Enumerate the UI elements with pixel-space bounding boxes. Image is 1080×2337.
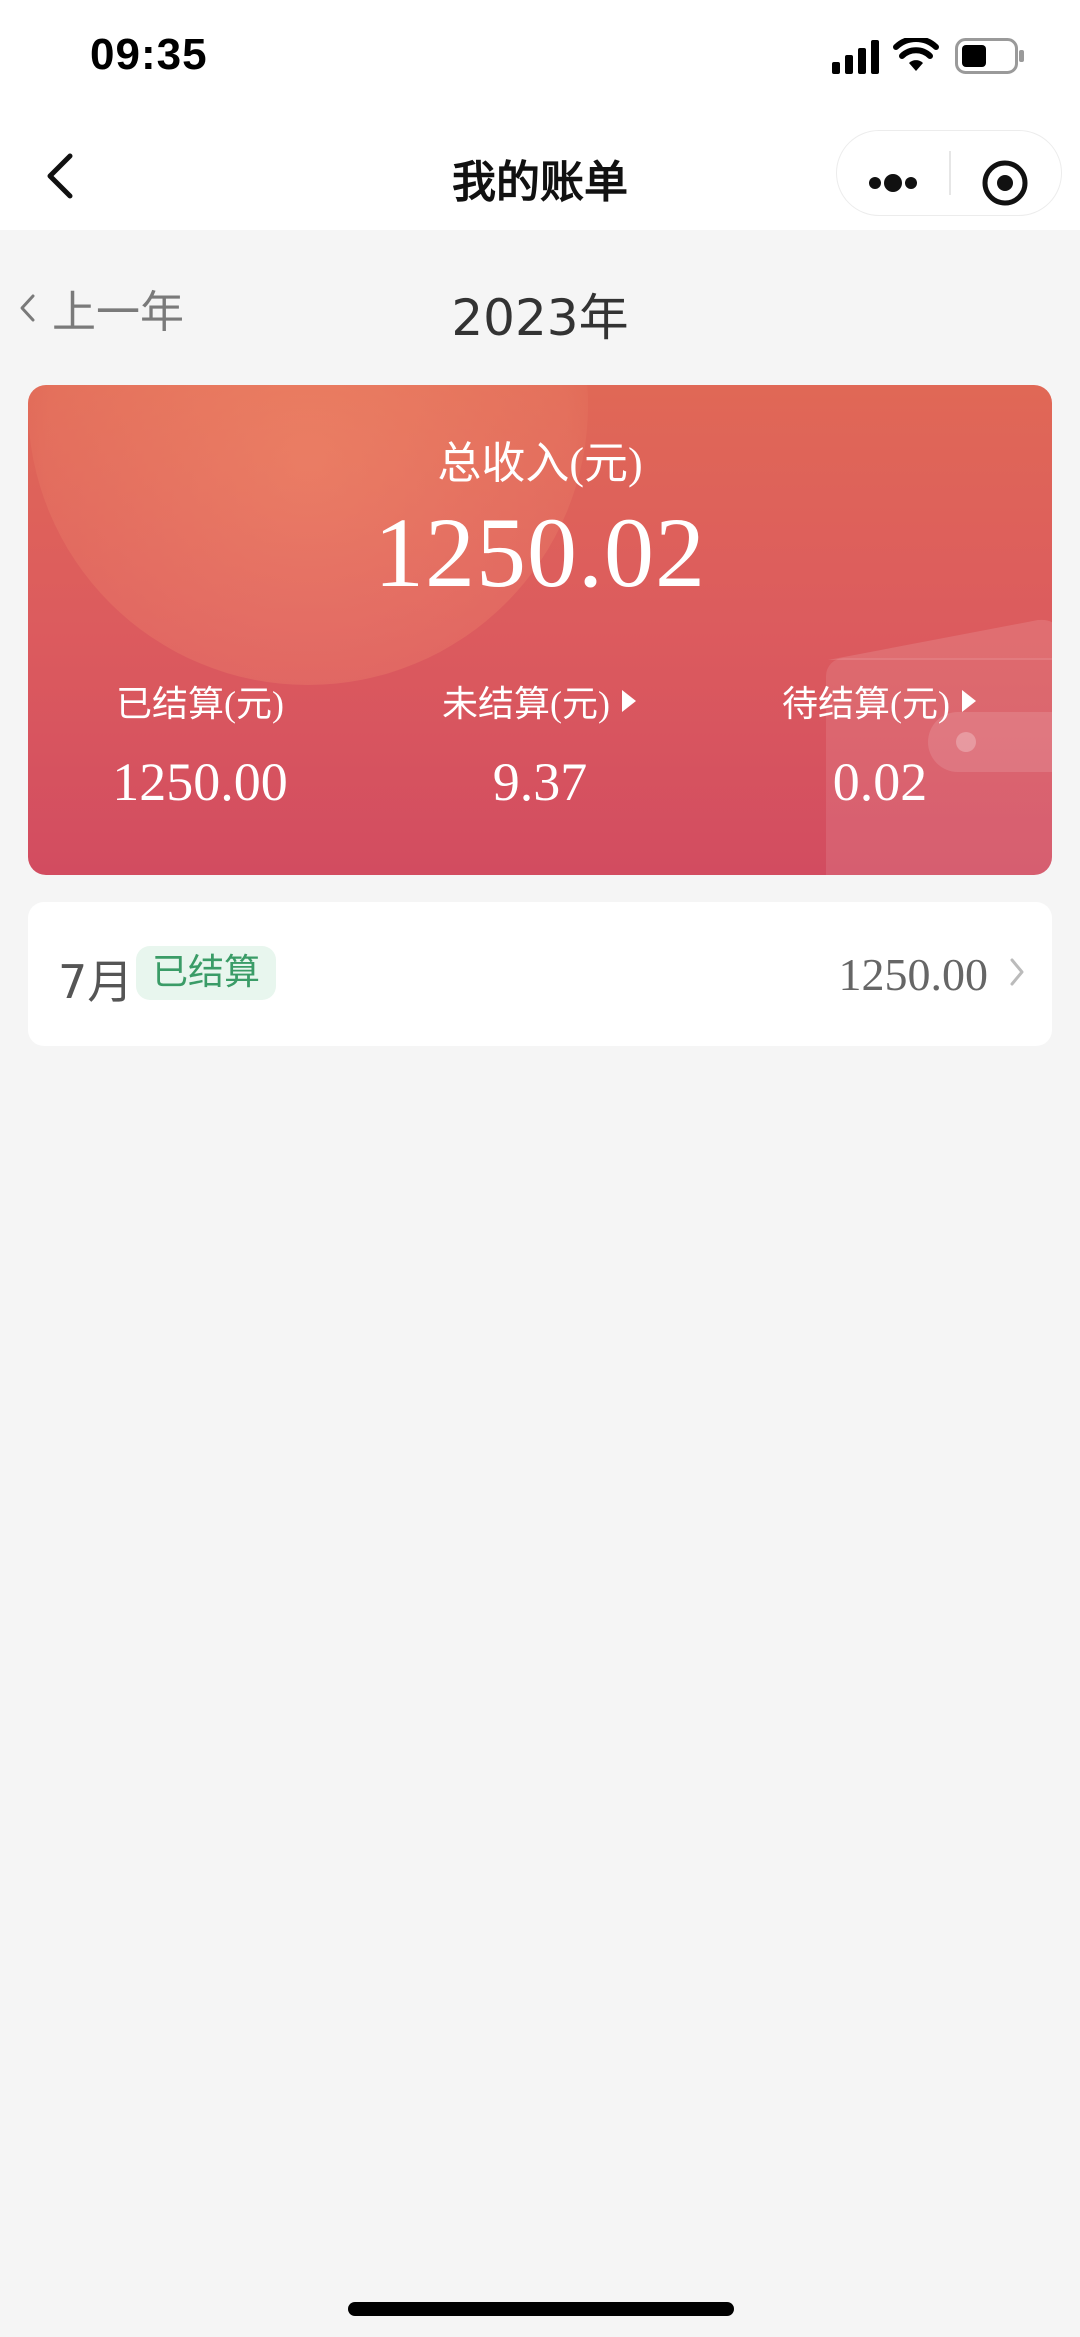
- mini-program-capsule: [836, 130, 1062, 216]
- unsettled-value: 9.37: [492, 752, 588, 812]
- status-time: 09:35: [90, 30, 208, 79]
- pending-value: 0.02: [832, 752, 928, 812]
- month-bill-row[interactable]: 7月 已结算 1250.00: [28, 902, 1052, 1046]
- income-summary-card: 总收入(元) 1250.02 已结算(元) 1250.00 未结算(元) 9.3…: [28, 385, 1052, 875]
- settled-value: 1250.00: [112, 752, 288, 812]
- unsettled-stat[interactable]: 未结算(元) 9.37: [370, 675, 710, 813]
- triangle-right-icon: [961, 690, 976, 712]
- month-amount: 1250.00: [838, 949, 989, 1000]
- current-year: 2023年: [451, 289, 629, 347]
- wifi-icon: [893, 38, 939, 71]
- triangle-right-icon: [621, 690, 636, 712]
- target-close-icon: [982, 160, 1028, 206]
- home-indicator: [348, 2302, 734, 2316]
- pending-stat[interactable]: 待结算(元) 0.02: [710, 675, 1050, 813]
- status-badge: 已结算: [136, 946, 277, 1000]
- chevron-right-icon: [1010, 958, 1024, 986]
- signal-icon: [832, 40, 879, 74]
- total-income-value: 1250.02: [374, 497, 706, 608]
- unsettled-label: 未结算(元): [442, 684, 610, 724]
- status-bar: 09:35: [0, 0, 1080, 120]
- more-button[interactable]: [837, 131, 949, 215]
- month-label: 7月: [58, 955, 134, 1009]
- close-mini-program-button[interactable]: [951, 131, 1061, 215]
- pending-label: 待结算(元): [782, 684, 950, 724]
- settled-label: 已结算(元): [116, 684, 284, 724]
- more-dots-icon: [869, 174, 917, 192]
- battery-icon: [955, 38, 1024, 74]
- total-income-label: 总收入(元): [437, 439, 643, 488]
- nav-bar: 我的账单: [0, 120, 1080, 230]
- settled-stat: 已结算(元) 1250.00: [30, 675, 370, 813]
